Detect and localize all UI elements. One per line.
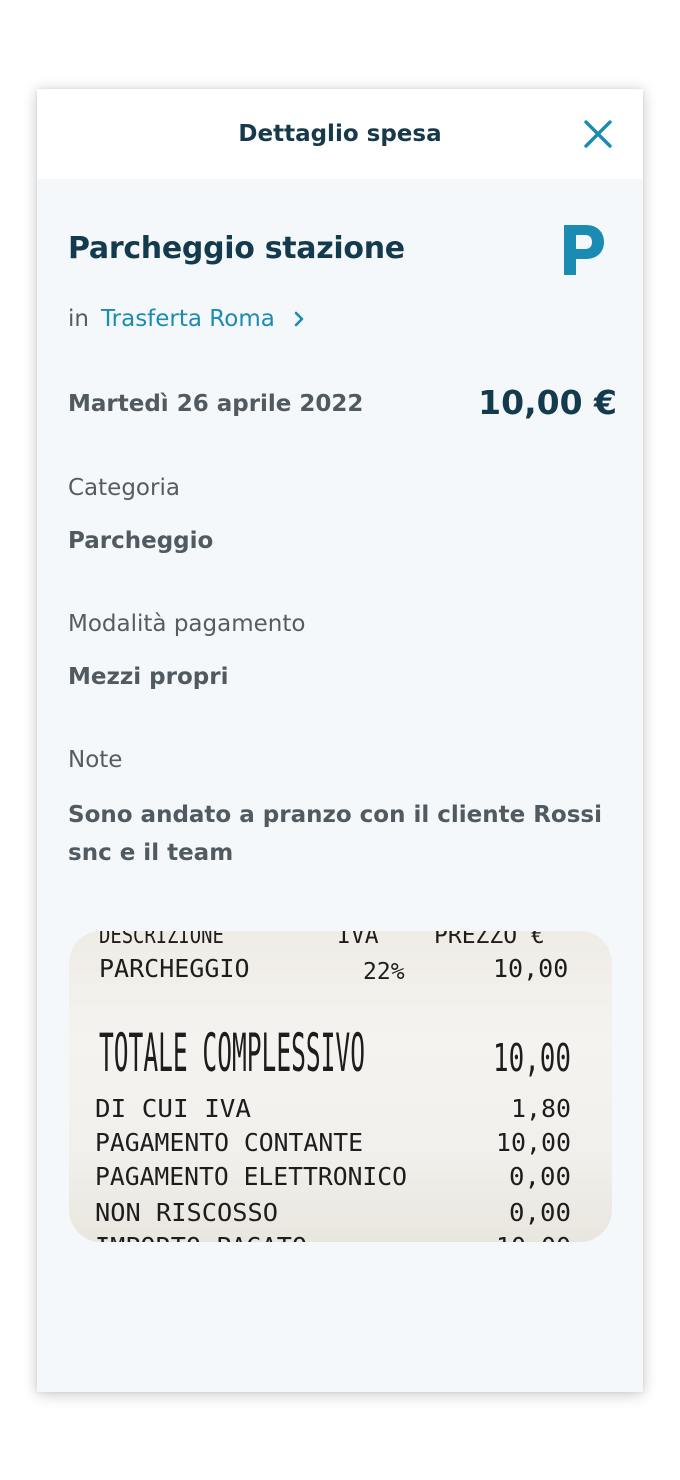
close-icon xyxy=(584,120,612,148)
receipt-row-value: 0,00 xyxy=(509,1162,571,1191)
expense-date: Martedì 26 aprile 2022 xyxy=(68,391,364,417)
receipt-row-label: PAGAMENTO ELETTRONICO xyxy=(95,1162,407,1191)
receipt-item-price: 10,00 xyxy=(493,954,568,983)
payment-label: Modalità pagamento xyxy=(68,611,306,637)
category-label: Categoria xyxy=(68,475,180,501)
notes-label: Note xyxy=(68,747,123,773)
category-value: Parcheggio xyxy=(68,528,214,554)
receipt-row-label: DI CUI IVA xyxy=(95,1094,251,1123)
receipt-item-name: PARCHEGGIO xyxy=(99,954,250,983)
receipt-header-desc: DESCRIZIONE xyxy=(99,931,224,948)
receipt-total-label: TOTALE COMPLESSIVO xyxy=(99,1022,365,1084)
receipt-row-label: NON RISCOSSO xyxy=(95,1198,278,1227)
header-title: Dettaglio spesa xyxy=(238,121,442,147)
receipt-header-price: PREZZO € xyxy=(434,931,545,949)
receipt-header-vat: IVA xyxy=(337,931,379,949)
receipt-row-label: PAGAMENTO CONTANTE xyxy=(95,1128,363,1157)
receipt-image[interactable]: DESCRIZIONE IVA PREZZO € PARCHEGGIO 22% … xyxy=(69,931,612,1242)
receipt-row-value: 1,80 xyxy=(511,1094,571,1123)
expense-detail-screen: Dettaglio spesa Parcheggio stazione in T… xyxy=(37,89,643,1392)
receipt-cut-value: 10,00 xyxy=(496,1232,571,1242)
trip-name: Trasferta Roma xyxy=(100,306,275,332)
close-button[interactable] xyxy=(579,115,617,153)
payment-value: Mezzi propri xyxy=(68,664,229,690)
expense-title: Parcheggio stazione xyxy=(68,231,405,266)
expense-amount: 10,00 € xyxy=(478,383,617,422)
trip-link[interactable]: Trasferta Roma xyxy=(101,306,305,332)
header-bar: Dettaglio spesa xyxy=(37,89,643,179)
receipt-item-vat: 22% xyxy=(363,959,405,985)
parking-p-icon xyxy=(564,225,604,275)
chevron-right-icon xyxy=(293,310,305,328)
receipt-row-value: 10,00 xyxy=(496,1128,571,1157)
notes-value: Sono andato a pranzo con il cliente Ross… xyxy=(68,802,602,866)
receipt-total-value: 10,00 xyxy=(493,1036,571,1080)
trip-row: in Trasferta Roma xyxy=(68,302,305,336)
trip-prefix: in xyxy=(68,306,89,332)
receipt-cut-label: IMPORTO PAGATO xyxy=(95,1232,307,1242)
receipt-row-value: 0,00 xyxy=(509,1198,571,1227)
